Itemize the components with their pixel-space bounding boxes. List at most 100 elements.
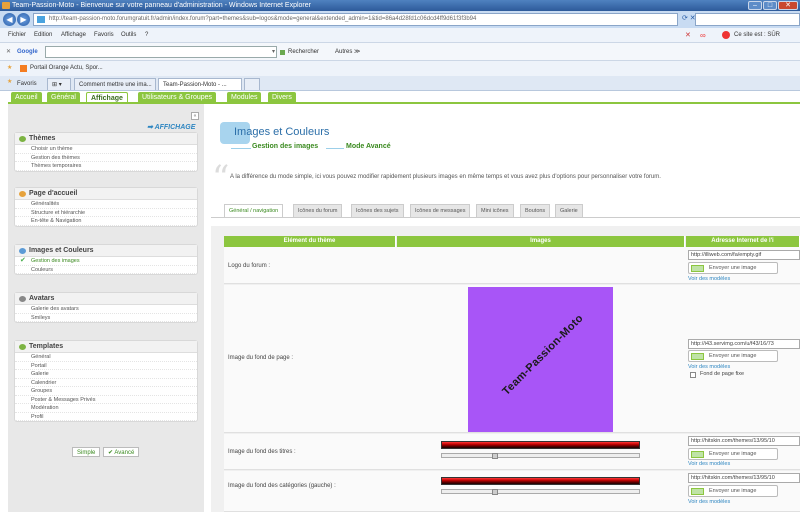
address-text: http://team-passion-moto.forumgratuit.fr… [49,16,477,22]
sidebar-item-template-galerie[interactable]: Galerie [15,370,197,379]
tab-general-navigation[interactable]: Général / navigation [224,204,284,217]
url-input[interactable]: http://hitskin.com/themes/13/95/10 [688,473,800,483]
view-models-link[interactable]: Voir des modèles [688,276,730,282]
upload-button[interactable]: Envoyer une image [688,262,778,274]
sidebar-item-template-portail[interactable]: Portail [15,362,197,370]
browser-tab-1[interactable]: Comment mettre une ima... [74,78,156,90]
x-icon[interactable]: ✕ [685,28,691,43]
back-icon[interactable]: ◀ [3,13,16,26]
sidebar-item-choisir-theme[interactable]: Choisir un thème [15,145,197,154]
sidebar-item-structure[interactable]: Structure et hiérarchie [15,209,197,217]
menu-help[interactable]: ? [145,28,148,43]
checkmark-icon: ✔ [108,450,114,456]
url-input[interactable]: http://i43.servimg.com/u/f43/16/73 [688,339,800,349]
sidebar-item-smileys[interactable]: Smileys [15,314,197,322]
row-label: Image du fond de page : [228,355,294,361]
scroll-thumb[interactable] [492,489,498,495]
favorites-star-icon: ★ [7,79,13,85]
browser-tab-2[interactable]: Team-Passion-Moto - ... [158,78,242,90]
view-models-link[interactable]: Voir des modèles [688,461,730,467]
window-titlebar: Team-Passion-Moto - Bienvenue sur votre … [0,0,800,11]
view-models-link[interactable]: Voir des modèles [688,364,730,370]
menu-affichage[interactable]: Affichage [61,28,86,43]
sidebar-item-gestion-themes[interactable]: Gestion des thèmes [15,154,197,162]
favorites-button[interactable]: Favoris [17,78,37,90]
simple-mode-button[interactable]: Simple [72,447,101,457]
search-icon [280,50,285,55]
new-tab-button[interactable] [244,78,260,90]
upload-icon [691,265,704,272]
sidebar-item-template-moderation[interactable]: Modération [15,404,197,413]
browser-search-input[interactable] [695,13,800,26]
tab-list-button[interactable]: ⊞ ▾ [47,78,71,90]
sidebar-item-galerie-avatars[interactable]: Galerie des avatars [15,305,197,314]
close-button[interactable]: ✕ [778,1,798,10]
close-toolbar-icon[interactable]: ✕ [6,43,11,61]
browser-tab-bar: ★ Favoris ⊞ ▾ Comment mettre une ima... … [0,76,800,91]
address-bar[interactable]: http://team-passion-moto.forumgratuit.fr… [33,13,678,26]
maximize-button[interactable]: □ [763,1,777,10]
chevron-down-icon[interactable]: ▾ [272,43,275,61]
favorite-link[interactable]: Portail Orange Actu, Spor... [30,61,103,76]
column-header-images: Images [397,236,685,247]
tab-icones-sujets[interactable]: Icônes des sujets [351,204,404,217]
tab-boutons[interactable]: Boutons [520,204,551,217]
ie-icon [2,2,10,9]
rechercher-button[interactable]: Rechercher [288,43,319,61]
menu-favoris[interactable]: Favoris [94,28,114,43]
upload-icon [691,353,704,360]
url-input[interactable]: http://illiweb.com/fa/empty.gif [688,250,800,260]
upload-icon [691,488,704,495]
sidebar-item-couleurs[interactable]: Couleurs [15,266,197,274]
sidebar-item-template-general[interactable]: Général [15,353,197,362]
sidebar-section-templates: Templates Général Portail Galerie Calend… [14,340,198,422]
advanced-mode-button[interactable]: ✔ Avancé [103,447,140,457]
breadcrumb-step-1[interactable]: Gestion des images [252,143,318,150]
scroll-thumb[interactable] [492,453,498,459]
row-label: Image du fond des titres : [228,449,296,455]
google-search-input[interactable] [45,46,277,58]
upload-icon [691,451,704,458]
refresh-icon[interactable]: ⟳ ✕ [682,14,696,22]
tab-galerie[interactable]: Galerie [555,204,583,217]
fixed-background-checkbox[interactable] [690,372,696,378]
section-title: Avatars [29,295,55,302]
image-scrollbar[interactable] [441,489,640,495]
tabs-underline [211,217,800,218]
autres-button[interactable]: Autres ≫ [335,43,360,61]
upload-button[interactable]: Envoyer une image [688,485,778,497]
url-input[interactable]: http://hitskin.com/themes/13/95/10 [688,436,800,446]
sidebar-item-template-calendrier[interactable]: Calendrier [15,379,197,387]
tab-icones-forum[interactable]: Icônes du forum [293,204,343,217]
sidebar-item-entete[interactable]: En-tête & Navigation [15,217,197,226]
site-status[interactable]: Ce site est : SÛR [734,28,780,43]
menu-fichier[interactable]: Fichier [8,28,26,43]
sidebar-item-template-groupes[interactable]: Groupes [15,387,197,396]
sidebar-item-template-profil[interactable]: Profil [15,413,197,421]
sidebar-section-themes: Thèmes Choisir un thème Gestion des thèm… [14,132,198,172]
minimize-button[interactable]: – [748,1,762,10]
menu-outils[interactable]: Outils [121,28,136,43]
column-header-url: Adresse Internet de l'i [686,236,800,247]
section-title: Thèmes [29,135,56,142]
menu-edition[interactable]: Edition [34,28,52,43]
address-row: ◀ ▶ http://team-passion-moto.forumgratui… [0,11,800,28]
tab-icones-messages[interactable]: Icônes de messages [410,204,471,217]
sidebar-item-template-poster[interactable]: Poster & Messages Privés [15,396,197,404]
view-models-link[interactable]: Voir des modèles [688,499,730,505]
google-toolbar: ✕ Google ▾ Rechercher Autres ≫ [0,43,800,61]
upload-button[interactable]: Envoyer une image [688,350,778,362]
infinity-icon[interactable]: ∞ [700,28,706,43]
sidebar-title: ➡ AFFICHAGE [147,124,196,131]
image-scrollbar[interactable] [441,453,640,459]
themes-icon [19,136,26,142]
collapse-sidebar-button[interactable]: « [191,112,199,120]
sidebar-item-generalites[interactable]: Généralités [15,200,197,209]
tab-mini-icones[interactable]: Mini icônes [476,204,514,217]
section-title: Page d'accueil [29,190,78,197]
avatar-icon [19,296,26,302]
forward-icon[interactable]: ▶ [17,13,30,26]
sidebar-item-themes-temporaires[interactable]: Thèmes temporaires [15,162,197,171]
upload-button[interactable]: Envoyer une image [688,448,778,460]
sidebar-item-gestion-images[interactable]: ✔ Gestion des images [15,257,197,266]
